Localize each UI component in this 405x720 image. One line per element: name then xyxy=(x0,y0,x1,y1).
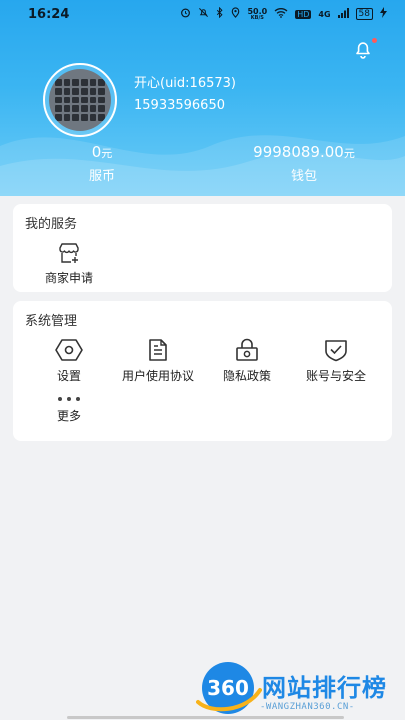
store-icon xyxy=(59,243,79,263)
coins-stat[interactable]: 0元 服币 xyxy=(72,143,132,184)
nav-hint-bar-left xyxy=(67,716,162,719)
wallet-value: 9998089.00 xyxy=(253,143,344,161)
wallet-label: 钱包 xyxy=(290,169,317,184)
more-dots-icon xyxy=(58,397,80,401)
system-item-label: 隐私政策 xyxy=(222,369,271,383)
alarm-icon xyxy=(180,7,191,21)
battery-icon: 58 xyxy=(355,8,373,20)
coins-value: 0 xyxy=(91,143,102,161)
wallet-unit: 元 xyxy=(343,147,355,160)
system-item-label: 设置 xyxy=(56,369,81,383)
system-item-privacy-policy[interactable]: 隐私政策 xyxy=(202,338,292,384)
nav-hint-bar-right xyxy=(249,716,344,719)
lock-icon xyxy=(236,338,258,361)
status-bar: 16:24 50.0 KB/S HD 4G 58 xyxy=(0,0,405,30)
user-name: 开心(uid:16573) xyxy=(134,76,236,91)
profile-header: 16:24 50.0 KB/S HD 4G 58 开心(uid:16573) 1… xyxy=(0,0,405,196)
wallet-stat[interactable]: 9998089.00元 钱包 xyxy=(230,143,378,184)
watermark-swoosh-icon xyxy=(196,688,262,712)
net-speed-unit: KB/S xyxy=(250,14,264,21)
hd-badge: HD xyxy=(295,9,312,19)
nav-hint-bar-center xyxy=(158,716,253,719)
mute-icon xyxy=(198,7,209,21)
coins-amount: 0元 xyxy=(72,143,132,161)
system-item-label: 用户使用协议 xyxy=(121,369,194,383)
system-item-settings[interactable]: 设置 xyxy=(24,338,114,384)
charging-icon xyxy=(380,7,387,21)
coins-label: 服币 xyxy=(88,169,115,184)
user-phone: 15933596650 xyxy=(134,98,225,113)
system-item-account-security[interactable]: 账号与安全 xyxy=(291,338,381,384)
site-watermark: 360 网站排行榜 -WANGZHAN360.CN- xyxy=(196,658,404,720)
service-item-merchant-apply[interactable]: 商家申请 xyxy=(24,242,114,286)
my-services-card: 我的服务 商家申请 xyxy=(13,204,392,292)
location-icon xyxy=(231,7,240,21)
system-item-user-agreement[interactable]: 用户使用协议 xyxy=(113,338,203,384)
document-icon xyxy=(149,339,167,361)
system-management-title: 系统管理 xyxy=(25,314,78,329)
avatar-image xyxy=(49,69,111,131)
signal-bars-icon xyxy=(337,7,349,21)
watermark-subtitle: -WANGZHAN360.CN- xyxy=(260,702,355,712)
system-item-label: 更多 xyxy=(56,409,81,423)
avatar[interactable] xyxy=(43,63,117,137)
coins-unit: 元 xyxy=(101,147,113,160)
shield-check-icon xyxy=(325,340,347,362)
signal-strength-icon: 4G xyxy=(318,10,330,19)
hexagon-settings-icon xyxy=(55,339,83,361)
status-time: 16:24 xyxy=(28,7,70,22)
notification-badge xyxy=(372,38,377,43)
bluetooth-icon xyxy=(216,6,224,21)
system-management-card: 系统管理 设置 用户使用协议 隐私政策 账号与安全 更多 xyxy=(13,301,392,441)
notification-bell-icon[interactable] xyxy=(352,38,374,60)
signal-type: 4G xyxy=(318,9,331,19)
my-services-title: 我的服务 xyxy=(25,217,78,232)
system-item-label: 账号与安全 xyxy=(305,369,366,383)
net-speed: 50.0 KB/S xyxy=(247,7,267,21)
service-item-label: 商家申请 xyxy=(44,271,93,285)
status-icons: 50.0 KB/S HD 4G 58 xyxy=(180,6,387,21)
wallet-amount: 9998089.00元 xyxy=(230,143,378,161)
wifi-icon xyxy=(274,7,288,21)
watermark-title: 网站排行榜 xyxy=(262,674,387,702)
system-item-more[interactable]: 更多 xyxy=(24,393,114,424)
